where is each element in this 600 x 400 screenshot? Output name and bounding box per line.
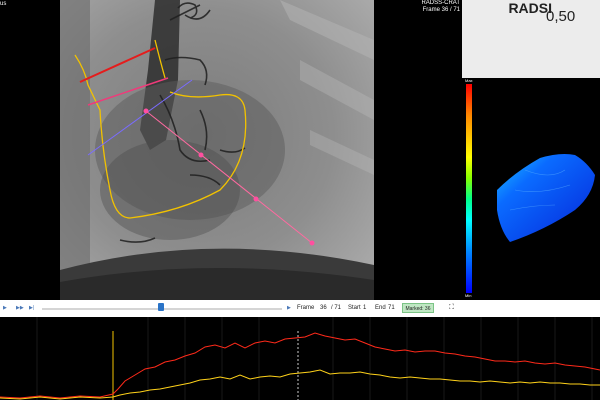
color-scale-bar (466, 84, 472, 293)
chart-gridlines (36, 317, 593, 400)
play-icon[interactable]: ▶ (3, 304, 7, 312)
frame-current[interactable]: 36 (320, 304, 327, 312)
frame-total: / 71 (331, 305, 342, 311)
scale-min-label: Min (465, 293, 472, 298)
frame-label: Frame (297, 305, 315, 311)
fullscreen-icon[interactable]: ⛶ (449, 304, 454, 312)
time-intensity-chart[interactable] (0, 317, 600, 400)
frame-slider-thumb[interactable] (158, 303, 164, 311)
start-label: Start (348, 305, 361, 311)
marked-frame-button[interactable]: Marked: 36 (402, 303, 434, 313)
end-value[interactable]: 71 (388, 304, 395, 312)
perfusion-heatmap (497, 154, 595, 242)
series-red-curve (0, 332, 600, 399)
angiography-image (60, 0, 374, 300)
next-frame-icon[interactable]: ▶ (287, 304, 291, 312)
frame-indicator: Frame 36 / 71 (422, 7, 460, 13)
start-value[interactable]: 1 (363, 304, 366, 312)
skip-end-icon[interactable]: ▶| (29, 304, 34, 312)
protocol-label: RADSS-CRAT (421, 0, 460, 6)
scale-max-label: Max (465, 78, 473, 83)
top-left-label: us (0, 1, 7, 7)
end-label: End (375, 305, 386, 311)
playback-bar: ▶ ▶▶ ▶| ▶ Frame 36 / 71 Start 1 End 71 M… (0, 300, 600, 317)
ratio-value: 0,50 (546, 8, 576, 25)
series-yellow-curve (0, 369, 600, 400)
result-panel: RADSI 0,50 (462, 0, 600, 78)
fast-forward-icon[interactable]: ▶▶ (16, 304, 24, 312)
angiography-view[interactable] (60, 0, 374, 300)
frame-info: RADSS-CRAT Frame 36 / 71 (388, 0, 460, 14)
